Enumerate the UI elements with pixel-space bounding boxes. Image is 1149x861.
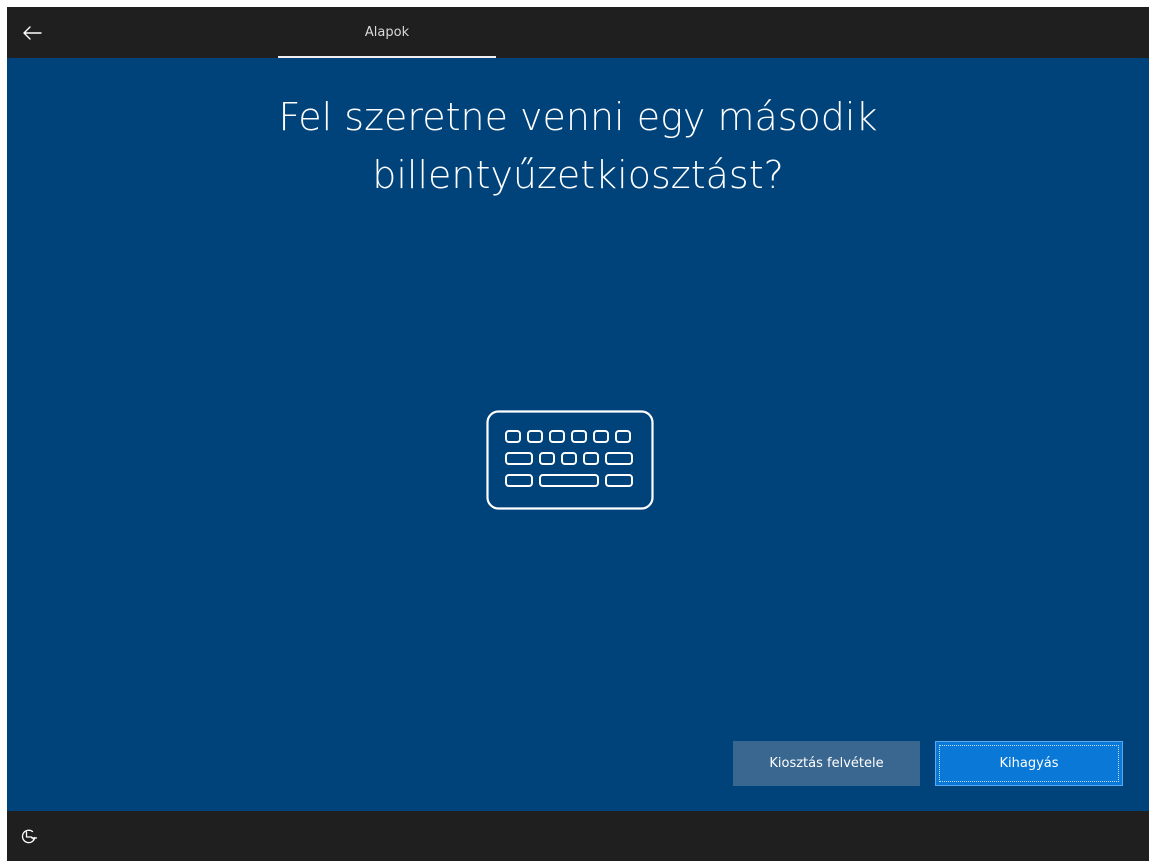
oobe-window: Alapok Fel szeretne venni egy második bi… <box>7 7 1149 861</box>
top-bar: Alapok <box>7 7 1149 58</box>
skip-button-label: Kihagyás <box>999 756 1059 771</box>
tab-label: Alapok <box>364 25 410 40</box>
add-layout-button-label: Kiosztás felvétele <box>769 756 884 771</box>
ease-of-access-icon <box>21 829 38 844</box>
ease-of-access-button[interactable] <box>15 823 43 851</box>
back-button[interactable] <box>15 17 49 49</box>
page-title-line-1: Fel szeretne venni egy második <box>278 95 878 139</box>
add-layout-button[interactable]: Kiosztás felvétele <box>733 741 920 786</box>
tab-alapok: Alapok <box>278 7 496 58</box>
page-title: Fel szeretne venni egy második billentyű… <box>7 88 1149 204</box>
arrow-left-icon <box>23 26 42 40</box>
skip-button[interactable]: Kihagyás <box>935 741 1123 786</box>
page-title-line-2: billentyűzetkiosztást? <box>372 153 784 197</box>
bottom-bar <box>7 811 1149 861</box>
main-content: Fel szeretne venni egy második billentyű… <box>7 58 1149 811</box>
keyboard-icon <box>486 410 654 510</box>
